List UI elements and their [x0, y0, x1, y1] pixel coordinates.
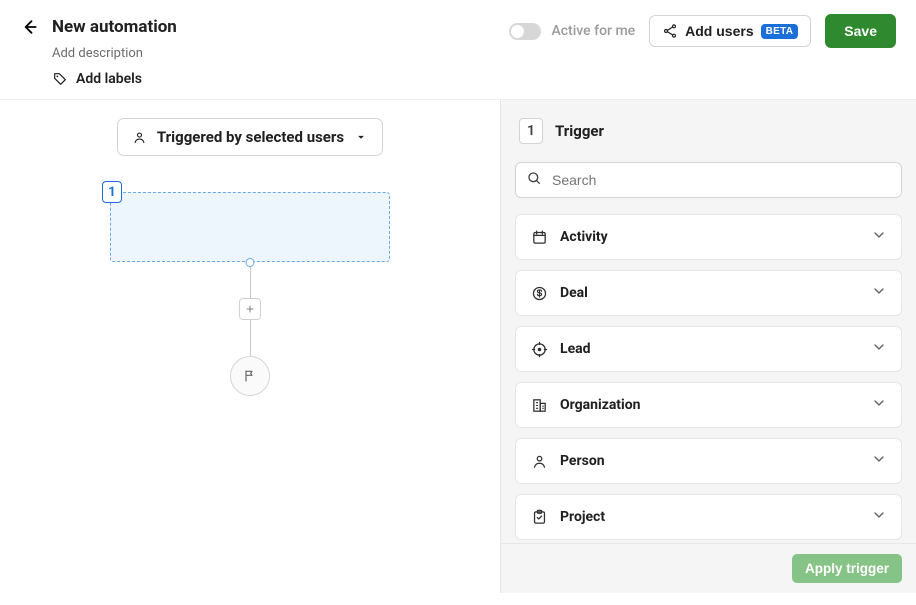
automation-canvas: Triggered by selected users 1	[0, 100, 500, 593]
back-button[interactable]	[16, 14, 42, 40]
trigger-node[interactable]: 1	[110, 192, 390, 262]
page-title[interactable]: New automation	[52, 17, 177, 37]
project-icon	[530, 508, 548, 526]
chevron-down-icon	[871, 283, 887, 303]
chevron-down-icon	[871, 227, 887, 247]
apply-trigger-button[interactable]: Apply trigger	[792, 554, 902, 583]
save-button[interactable]: Save	[825, 14, 896, 48]
triggered-by-dropdown[interactable]: Triggered by selected users	[117, 118, 383, 156]
header-bar: New automation Add description Add label…	[0, 0, 916, 100]
node-step-badge: 1	[102, 181, 122, 203]
add-description-link[interactable]: Add description	[52, 46, 177, 61]
add-users-label: Add users	[685, 23, 753, 39]
chevron-down-icon	[871, 395, 887, 415]
plus-icon	[244, 303, 256, 315]
add-labels-link[interactable]: Add labels	[52, 71, 177, 87]
caret-down-icon	[354, 130, 368, 144]
category-organization[interactable]: Organization	[515, 382, 902, 428]
person-icon	[132, 130, 147, 145]
search-icon	[526, 170, 542, 190]
end-node[interactable]	[230, 356, 270, 396]
chevron-down-icon	[871, 339, 887, 359]
category-person[interactable]: Person	[515, 438, 902, 484]
trigger-category-list: Activity Deal Lead Organization Person Projec…	[515, 214, 902, 540]
beta-badge: BETA	[761, 24, 799, 39]
calendar-icon	[530, 228, 548, 246]
connector-line	[250, 266, 251, 298]
add-step-button[interactable]	[239, 298, 261, 320]
category-label: Project	[560, 509, 605, 525]
category-deal[interactable]: Deal	[515, 270, 902, 316]
add-labels-text: Add labels	[76, 71, 142, 87]
category-lead[interactable]: Lead	[515, 326, 902, 372]
add-users-button[interactable]: Add users BETA	[649, 15, 811, 47]
category-label: Lead	[560, 341, 591, 357]
chevron-down-icon	[871, 507, 887, 527]
search-input[interactable]	[515, 162, 902, 198]
active-toggle[interactable]	[509, 23, 541, 40]
category-label: Person	[560, 453, 605, 469]
org-icon	[530, 396, 548, 414]
step-number-badge: 1	[519, 118, 543, 144]
connector-dot	[246, 258, 255, 267]
trigger-sidebar: 1 Trigger Activity Deal Lead Organization Pe…	[500, 100, 916, 593]
tag-icon	[52, 71, 68, 87]
category-label: Activity	[560, 229, 608, 245]
sidebar-title: Trigger	[555, 122, 604, 140]
category-label: Deal	[560, 285, 588, 301]
connector-line	[250, 320, 251, 356]
toggle-knob	[511, 25, 524, 38]
sidebar-footer: Apply trigger	[501, 543, 916, 593]
person-icon	[530, 452, 548, 470]
category-label: Organization	[560, 397, 641, 413]
trigger-drop-area[interactable]	[110, 192, 390, 262]
triggered-by-label: Triggered by selected users	[157, 128, 344, 146]
dollar-icon	[530, 284, 548, 302]
arrow-left-icon	[19, 17, 39, 37]
flag-icon	[242, 368, 258, 384]
active-toggle-label: Active for me	[551, 23, 635, 39]
category-project[interactable]: Project	[515, 494, 902, 540]
share-icon	[662, 23, 678, 39]
category-activity[interactable]: Activity	[515, 214, 902, 260]
target-icon	[530, 340, 548, 358]
chevron-down-icon	[871, 451, 887, 471]
